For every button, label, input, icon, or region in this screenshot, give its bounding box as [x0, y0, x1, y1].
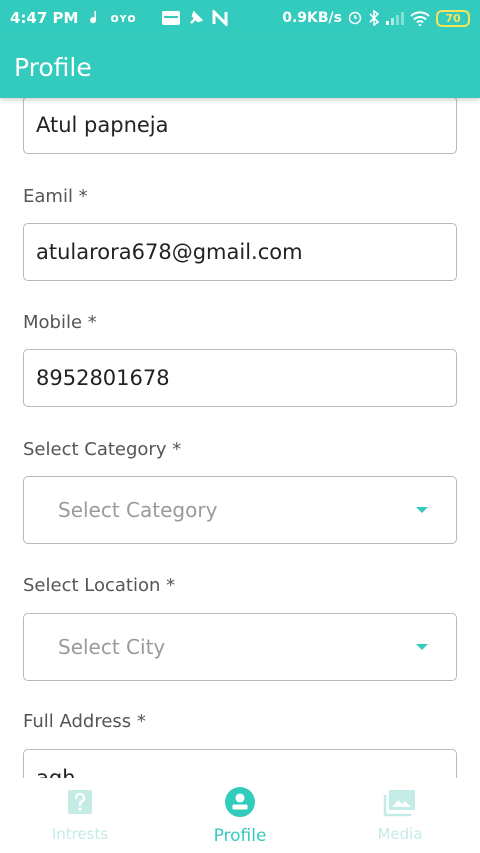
page-title: Profile	[14, 52, 92, 82]
chevron-down-icon	[416, 507, 428, 513]
category-placeholder: Select Category	[58, 498, 218, 522]
music-note-icon	[86, 10, 102, 26]
nav-item-profile[interactable]: Profile	[160, 778, 320, 853]
location-label: Select Location *	[23, 575, 176, 596]
person-icon	[224, 786, 256, 822]
network-speed: 0.9KB/s	[282, 10, 342, 26]
nav-label-profile: Profile	[213, 825, 267, 846]
battery-icon: 70	[436, 9, 470, 27]
profile-form[interactable]: Atul papneja Eamil * atularora678@gmail.…	[0, 98, 480, 778]
wifi-icon	[410, 10, 430, 26]
app-bar: Profile	[0, 36, 480, 98]
nav-label-intrests: Intrests	[51, 824, 109, 843]
email-value: atularora678@gmail.com	[36, 240, 303, 264]
mobile-field[interactable]: 8952801678	[23, 349, 457, 407]
status-left: 4:47 PM oʏo	[10, 9, 228, 27]
pin-icon	[188, 10, 204, 26]
nav-item-intrests[interactable]: Intrests	[0, 778, 160, 853]
question-icon	[67, 789, 93, 821]
bottom-navigation: Intrests Profile Media	[0, 778, 480, 853]
nav-item-media[interactable]: Media	[320, 778, 480, 853]
category-select[interactable]: Select Category	[23, 476, 457, 544]
status-time: 4:47 PM	[10, 9, 79, 27]
signal-icon	[386, 11, 404, 25]
name-value: Atul papneja	[36, 113, 169, 137]
name-field[interactable]: Atul papneja	[23, 98, 457, 154]
address-field[interactable]: agh	[23, 749, 457, 778]
app-glyph: oʏo	[110, 11, 136, 25]
location-placeholder: Select City	[58, 635, 166, 659]
bluetooth-icon	[368, 10, 380, 26]
mobile-label: Mobile *	[23, 312, 97, 333]
email-field[interactable]: atularora678@gmail.com	[23, 223, 457, 281]
status-bar: 4:47 PM oʏo 0.9KB/s 70	[0, 0, 480, 36]
alarm-icon	[348, 11, 362, 25]
gallery-icon	[383, 789, 417, 821]
nav-label-media: Media	[377, 824, 423, 843]
address-value: agh	[36, 766, 76, 778]
chevron-down-icon	[416, 644, 428, 650]
keyboard-icon	[161, 11, 180, 25]
category-label: Select Category *	[23, 439, 182, 460]
email-label: Eamil *	[23, 186, 88, 207]
address-label: Full Address *	[23, 711, 146, 732]
n-logo-icon	[212, 10, 228, 26]
status-right: 0.9KB/s 70	[282, 9, 470, 27]
location-select[interactable]: Select City	[23, 613, 457, 681]
mobile-value: 8952801678	[36, 366, 170, 390]
